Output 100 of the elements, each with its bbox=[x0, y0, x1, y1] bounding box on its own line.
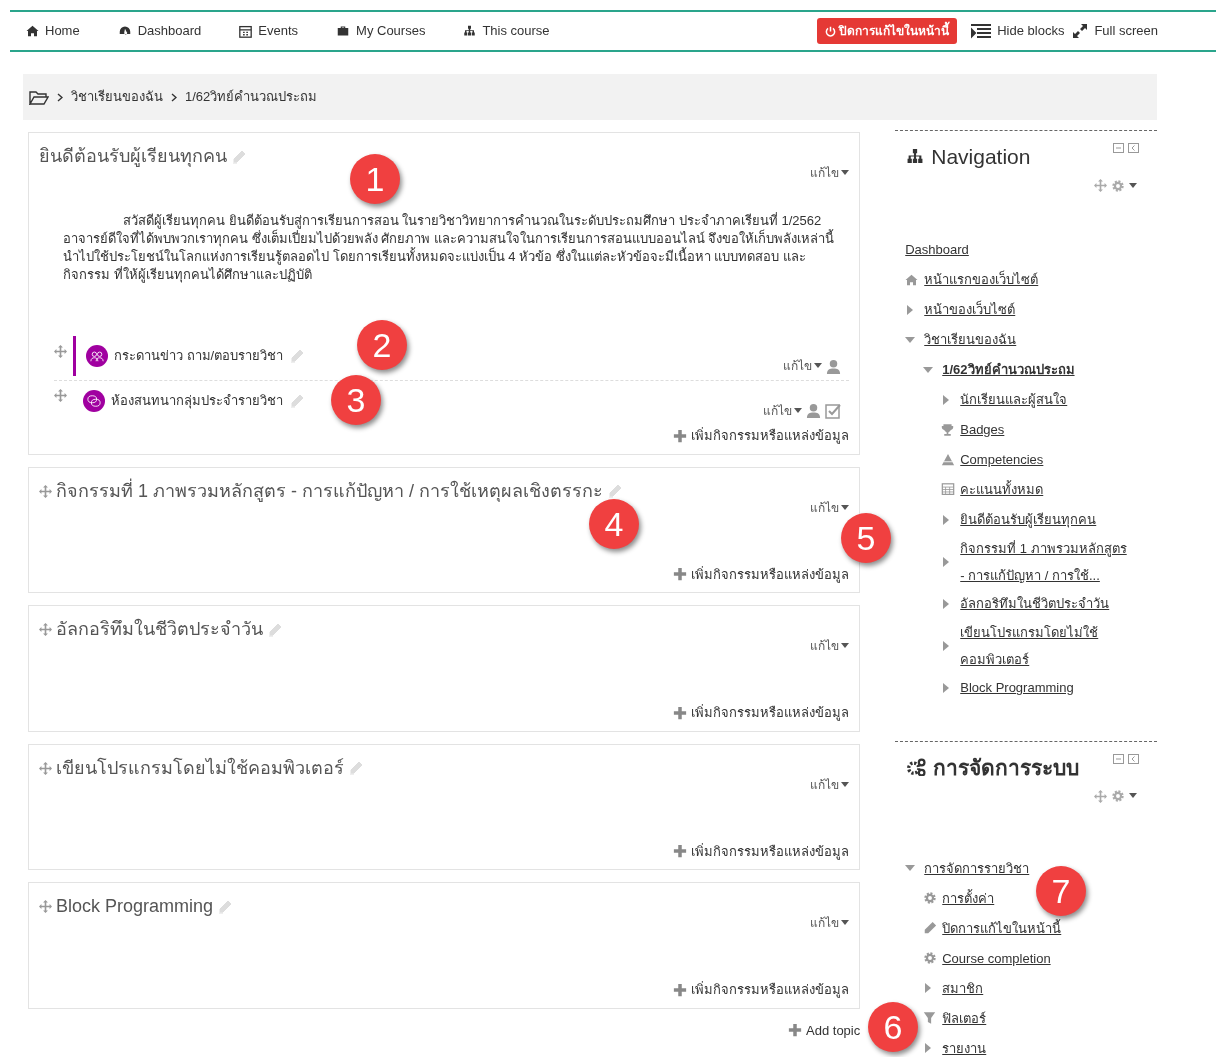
edit-mode-button[interactable]: ปิดการแก้ไขในหน้านี้ bbox=[817, 18, 958, 44]
caret-icon bbox=[841, 781, 850, 788]
forum-icon bbox=[86, 345, 108, 367]
add-topic-link[interactable]: Add topic bbox=[788, 1020, 861, 1040]
dock-icon bbox=[1128, 753, 1139, 764]
edit-menu[interactable]: แก้ไข bbox=[810, 164, 850, 182]
gear-menu-icon bbox=[1111, 178, 1125, 193]
pencil-icon bbox=[923, 921, 938, 935]
tree-item[interactable]: หน้าของเว็บไซต์ bbox=[924, 296, 1016, 323]
number-callout: 3 bbox=[331, 375, 381, 425]
activity-link[interactable]: ห้องสนทนากลุ่มประจำรายวิชา bbox=[111, 391, 283, 411]
caret-icon bbox=[841, 170, 850, 176]
dock-icon bbox=[1128, 143, 1139, 153]
edit-menu[interactable]: แก้ไข bbox=[783, 357, 823, 375]
nav-link[interactable]: This course bbox=[463, 21, 550, 41]
edit-menu[interactable]: แก้ไข bbox=[763, 401, 803, 420]
section-title: Block Programming bbox=[56, 895, 214, 918]
minimize-icon bbox=[1113, 753, 1124, 764]
caret-icon bbox=[814, 363, 823, 369]
move-icon bbox=[39, 900, 52, 913]
nav-link[interactable]: My Courses bbox=[336, 21, 426, 41]
tree-item[interactable]: สมาชิก bbox=[942, 974, 984, 1002]
nav-link[interactable]: Events bbox=[239, 21, 299, 41]
move-icon bbox=[54, 344, 67, 358]
home-icon bbox=[905, 273, 919, 286]
tree-item[interactable]: Dashboard bbox=[905, 236, 969, 263]
person-icon bbox=[826, 358, 842, 374]
sitemap-icon bbox=[463, 25, 477, 37]
gear-menu-icon bbox=[1111, 789, 1125, 803]
tree-item[interactable]: ปิดการแก้ไขในหน้านี้ bbox=[942, 914, 1062, 942]
tree-item[interactable]: เขียนโปรแกรมโดยไม่ใช้คอมพิวเตอร์ bbox=[960, 618, 1127, 673]
add-activity-link[interactable]: เพิ่มกิจกรรมหรือแหล่งข้อมูล bbox=[673, 980, 850, 1000]
plus-icon bbox=[673, 844, 688, 859]
plus-icon bbox=[788, 1023, 803, 1038]
gear-icon bbox=[923, 951, 938, 965]
tree-item[interactable]: ยินดีต้อนรับผู้เรียนทุกคน bbox=[960, 506, 1097, 533]
folder-icon bbox=[29, 89, 49, 105]
table-icon bbox=[941, 483, 956, 496]
edit-menu[interactable]: แก้ไข bbox=[810, 775, 850, 794]
caret-icon bbox=[1129, 793, 1137, 799]
tree-item[interactable]: Block Programming bbox=[960, 674, 1074, 701]
briefcase-icon bbox=[336, 25, 351, 37]
tree-item[interactable]: Course completion bbox=[942, 944, 1051, 972]
chevron-icon bbox=[171, 92, 177, 102]
pencil-icon bbox=[267, 621, 283, 638]
block-title: Navigation bbox=[931, 144, 1031, 170]
expand-icon bbox=[1072, 23, 1089, 39]
tree-item[interactable]: รายงาน bbox=[942, 1034, 987, 1057]
add-activity-link[interactable]: เพิ่มกิจกรรมหรือแหล่งข้อมูล bbox=[673, 703, 850, 723]
tree-item[interactable]: คะแนนทั้งหมด bbox=[960, 476, 1044, 503]
number-callout: 5 bbox=[841, 513, 891, 563]
section-title: เขียนโปรแกรมโดยไม่ใช้คอมพิวเตอร์ bbox=[56, 756, 344, 780]
section-title: ยินดีต้อนรับผู้เรียนทุกคน bbox=[39, 145, 227, 169]
tree-item[interactable]: การจัดการรายวิชา bbox=[924, 854, 1030, 882]
pencil-icon bbox=[217, 898, 234, 915]
move-icon bbox=[39, 761, 52, 775]
tree-item[interactable]: การตั้งค่า bbox=[942, 884, 995, 912]
tree-item[interactable]: วิชาเรียนของฉัน bbox=[924, 326, 1017, 353]
block-title: การจัดการระบบ bbox=[933, 754, 1080, 781]
edit-menu[interactable]: แก้ไข bbox=[810, 637, 850, 655]
tree-item[interactable]: อัลกอริทึมในชีวิตประจำวัน bbox=[960, 590, 1110, 617]
pencil-icon bbox=[231, 148, 247, 165]
edit-menu[interactable]: แก้ไข bbox=[810, 914, 850, 932]
breadcrumb-link[interactable]: วิชาเรียนของฉัน bbox=[71, 87, 163, 107]
tree-item[interactable]: Badges bbox=[960, 416, 1005, 443]
trophy-icon bbox=[941, 422, 955, 437]
add-activity-link[interactable]: เพิ่มกิจกรรมหรือแหล่งข้อมูล bbox=[673, 841, 850, 861]
pencil-icon bbox=[289, 348, 306, 364]
plus-icon bbox=[673, 428, 688, 443]
nav-link[interactable]: Dashboard bbox=[117, 21, 202, 41]
full-screen-link[interactable]: Full screen bbox=[1072, 21, 1158, 41]
add-activity-link[interactable]: เพิ่มกิจกรรมหรือแหล่งข้อมูล bbox=[673, 426, 850, 446]
tree-item[interactable]: 1/62วิทย์คำนวณประถม bbox=[942, 356, 1075, 383]
power-icon bbox=[825, 25, 837, 37]
caret-icon bbox=[841, 920, 850, 926]
tree-item[interactable]: หน้าแรกของเว็บไซต์ bbox=[924, 266, 1039, 293]
pencil-icon bbox=[289, 393, 305, 409]
breadcrumb-link[interactable]: 1/62วิทย์คำนวณประถม bbox=[185, 87, 318, 107]
hide-blocks-icon bbox=[971, 23, 992, 39]
triangle-icon bbox=[941, 452, 956, 467]
caret-icon bbox=[1129, 182, 1137, 189]
minimize-icon bbox=[1113, 143, 1124, 153]
chevron-icon bbox=[57, 92, 63, 102]
tree-item[interactable]: Competencies bbox=[960, 446, 1044, 473]
add-activity-link[interactable]: เพิ่มกิจกรรมหรือแหล่งข้อมูล bbox=[673, 564, 850, 584]
move-icon bbox=[39, 484, 52, 498]
number-callout: 7 bbox=[1036, 866, 1086, 916]
nav-link[interactable]: Home bbox=[26, 21, 80, 41]
pencil-icon bbox=[348, 760, 364, 776]
tree-item[interactable]: นักเรียนและผู้สนใจ bbox=[960, 386, 1068, 413]
hide-blocks-link[interactable]: Hide blocks bbox=[971, 21, 1065, 41]
plus-icon bbox=[673, 567, 688, 582]
activity-link[interactable]: กระดานข่าว ถาม/ตอบรายวิชา bbox=[114, 346, 284, 366]
plus-icon bbox=[673, 982, 688, 997]
tree-item[interactable]: ฟิลเตอร์ bbox=[942, 1004, 987, 1032]
move-icon bbox=[1094, 789, 1107, 803]
section-title: อัลกอริทึมในชีวิตประจำวัน bbox=[56, 617, 263, 641]
tree-item[interactable]: กิจกรรมที่ 1 ภาพรวมหลักสูตร - การแก้ปัญหา / การใช้... bbox=[960, 534, 1127, 589]
home-icon bbox=[26, 25, 39, 37]
move-icon bbox=[1094, 179, 1107, 192]
